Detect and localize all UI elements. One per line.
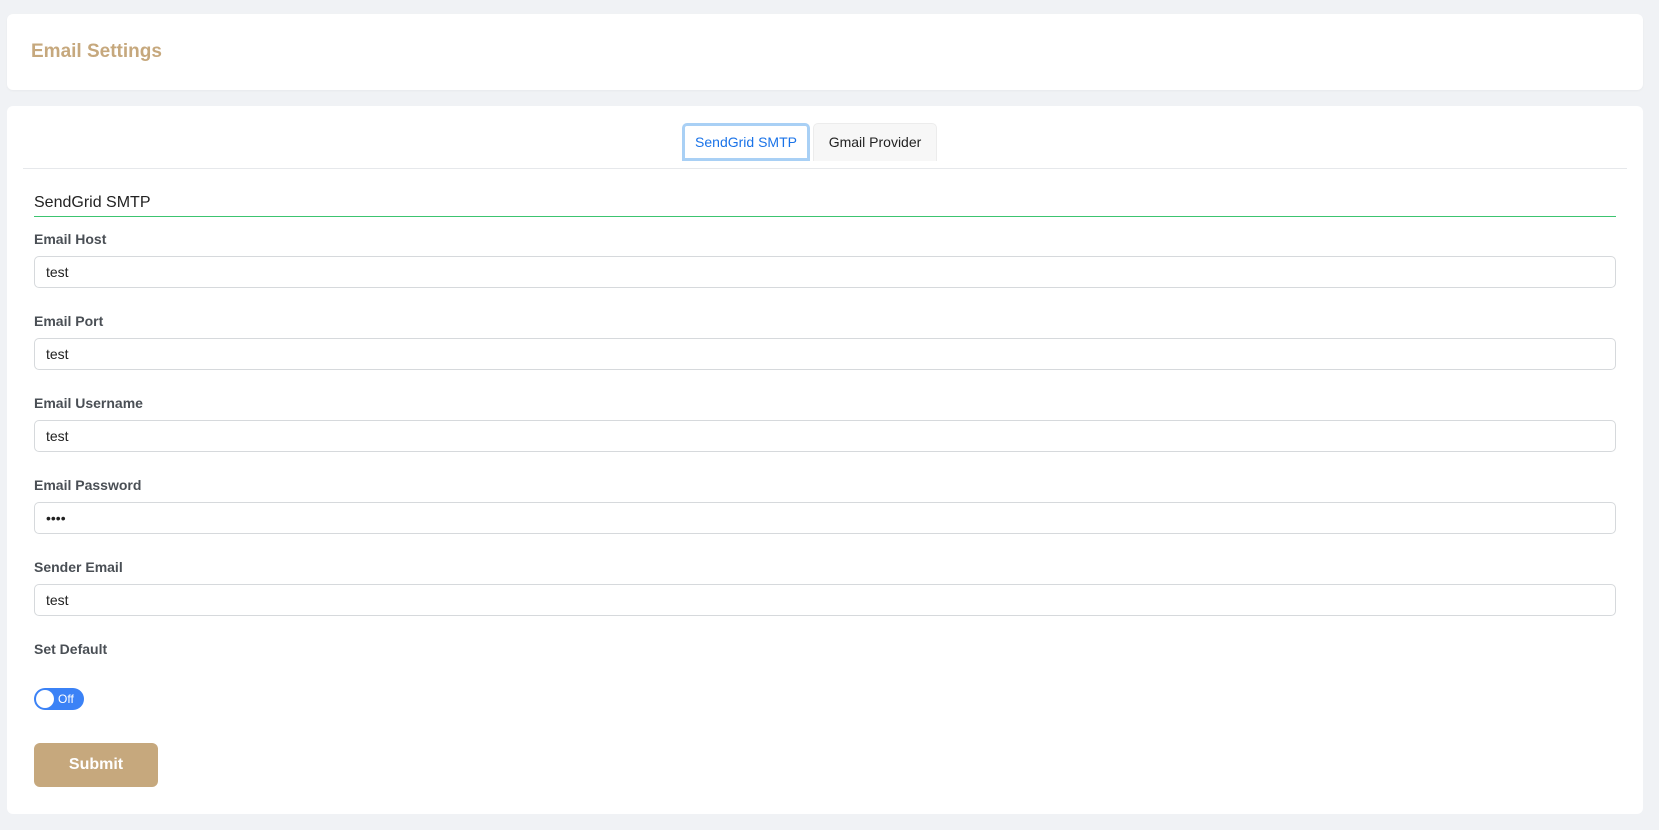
email-host-label: Email Host bbox=[34, 231, 107, 247]
tab-gmail-provider[interactable]: Gmail Provider bbox=[813, 123, 937, 161]
settings-card: SendGrid SMTP Gmail Provider SendGrid SM… bbox=[7, 106, 1643, 814]
email-password-input[interactable] bbox=[34, 502, 1616, 534]
email-username-label: Email Username bbox=[34, 395, 143, 411]
set-default-toggle[interactable]: Off bbox=[34, 688, 84, 710]
email-host-input[interactable] bbox=[34, 256, 1616, 288]
page-title: Email Settings bbox=[31, 41, 162, 62]
section-title: SendGrid SMTP bbox=[34, 194, 1616, 217]
sender-email-input[interactable] bbox=[34, 584, 1616, 616]
email-username-input[interactable] bbox=[34, 420, 1616, 452]
toggle-state-label: Off bbox=[58, 692, 74, 706]
page-header: Email Settings bbox=[7, 14, 1643, 90]
email-port-label: Email Port bbox=[34, 313, 104, 329]
email-port-input[interactable] bbox=[34, 338, 1616, 370]
sender-email-label: Sender Email bbox=[34, 559, 123, 575]
email-password-label: Email Password bbox=[34, 477, 142, 493]
toggle-knob bbox=[36, 690, 54, 708]
set-default-label: Set Default bbox=[34, 641, 108, 657]
tab-sendgrid-smtp[interactable]: SendGrid SMTP bbox=[682, 123, 810, 161]
submit-button[interactable]: Submit bbox=[34, 743, 158, 787]
